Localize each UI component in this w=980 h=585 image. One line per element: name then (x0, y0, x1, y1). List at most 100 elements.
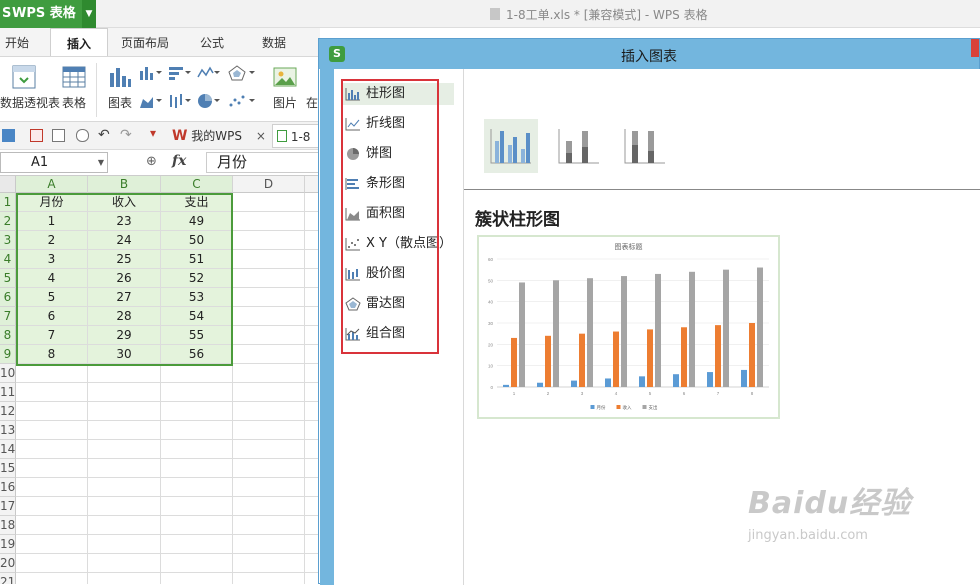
name-box[interactable]: A1 ▼ (0, 152, 108, 173)
chevron-down-icon[interactable]: ▼ (98, 153, 104, 172)
grid-cell[interactable] (233, 402, 305, 421)
row-header[interactable]: 7 (0, 307, 16, 326)
row-header[interactable]: 18 (0, 516, 16, 535)
grid-cell[interactable]: 6 (16, 307, 88, 326)
row-header[interactable]: 13 (0, 421, 16, 440)
chart-icon[interactable] (108, 65, 132, 92)
app-menu-button[interactable]: SWPS 表格 ▼ (0, 0, 96, 28)
row-header[interactable]: 15 (0, 459, 16, 478)
grid-cell[interactable] (88, 554, 161, 573)
clustered-column-option[interactable] (484, 119, 538, 173)
grid-cell[interactable]: 53 (161, 288, 233, 307)
grid-cell[interactable]: 51 (161, 250, 233, 269)
grid-cell[interactable] (233, 307, 305, 326)
grid-cell[interactable] (233, 193, 305, 212)
more-button[interactable]: 在 (306, 94, 318, 111)
chart-preview[interactable]: 图表标题 0 10 20 30 40 50 60 1 2 3 4 5 6 7 8 月份 收入 支出 (477, 235, 780, 419)
export-pdf-icon[interactable] (30, 129, 43, 142)
grid-cell[interactable] (88, 516, 161, 535)
save-icon[interactable] (2, 129, 15, 142)
bar-chart-small-icon[interactable] (168, 65, 192, 84)
stock-chart-small-icon[interactable] (168, 93, 192, 112)
chart-type-item[interactable]: 柱形图 (342, 83, 454, 105)
grid-cell[interactable] (16, 440, 88, 459)
grid-cell[interactable] (233, 364, 305, 383)
percent-stacked-column-option[interactable] (618, 119, 672, 173)
tab-start[interactable]: 开始 (0, 28, 34, 56)
grid-cell[interactable] (233, 516, 305, 535)
grid-cell[interactable]: 54 (161, 307, 233, 326)
row-header[interactable]: 17 (0, 497, 16, 516)
grid-cell[interactable] (161, 554, 233, 573)
zoom-icon[interactable]: ⊕ (146, 154, 157, 169)
row-header[interactable]: 1 (0, 193, 16, 212)
line-chart-small-icon[interactable] (197, 65, 221, 84)
grid-cell[interactable] (161, 573, 233, 584)
grid-cell[interactable] (233, 497, 305, 516)
grid-cell[interactable] (233, 554, 305, 573)
print-preview-icon[interactable] (76, 129, 89, 142)
column-header-a[interactable]: A (16, 176, 88, 193)
grid-cell[interactable] (16, 383, 88, 402)
select-all-corner[interactable] (0, 176, 16, 193)
row-header[interactable]: 8 (0, 326, 16, 345)
row-header[interactable]: 11 (0, 383, 16, 402)
table-icon[interactable] (62, 65, 86, 92)
grid-cell[interactable]: 29 (88, 326, 161, 345)
row-header[interactable]: 5 (0, 269, 16, 288)
row-header[interactable]: 14 (0, 440, 16, 459)
tab-formulas[interactable]: 公式 (192, 28, 232, 56)
radar-chart-small-icon[interactable] (228, 65, 256, 84)
redo-icon[interactable]: ↷ (120, 127, 132, 143)
chart-type-item[interactable]: 雷达图 (342, 293, 454, 315)
grid-cell[interactable] (88, 535, 161, 554)
row-header[interactable]: 20 (0, 554, 16, 573)
grid-cell[interactable] (16, 459, 88, 478)
grid-cell[interactable] (88, 573, 161, 584)
area-chart-small-icon[interactable] (139, 93, 163, 112)
pie-chart-small-icon[interactable] (197, 93, 221, 112)
row-header[interactable]: 2 (0, 212, 16, 231)
chart-type-item[interactable]: 面积图 (342, 203, 454, 225)
fx-icon[interactable]: fx (172, 153, 186, 169)
grid-cell[interactable]: 2 (16, 231, 88, 250)
grid-cell[interactable] (233, 345, 305, 364)
grid-cell[interactable]: 1 (16, 212, 88, 231)
grid-cell[interactable]: 5 (16, 288, 88, 307)
column-header-c[interactable]: C (161, 176, 233, 193)
chart-type-item[interactable]: 饼图 (342, 143, 454, 165)
tab-insert[interactable]: 插入 (50, 28, 108, 56)
grid-cell[interactable]: 4 (16, 269, 88, 288)
grid-cell[interactable] (233, 383, 305, 402)
grid-cell[interactable] (233, 478, 305, 497)
chart-type-item[interactable]: 股价图 (342, 263, 454, 285)
grid-cell[interactable] (161, 421, 233, 440)
dialog-title-bar[interactable]: S 插入图表 (319, 39, 979, 69)
grid-cell[interactable]: 7 (16, 326, 88, 345)
grid-cell[interactable]: 支出 (161, 193, 233, 212)
print-icon[interactable] (52, 129, 65, 142)
grid-cell[interactable] (233, 269, 305, 288)
grid-cell[interactable] (16, 573, 88, 584)
grid-cell[interactable] (161, 440, 233, 459)
row-header[interactable]: 4 (0, 250, 16, 269)
grid-cell[interactable] (161, 478, 233, 497)
pivot-table-button[interactable]: 数据透视表 (0, 94, 60, 111)
formula-input[interactable]: 月份 (206, 152, 320, 173)
row-header[interactable]: 9 (0, 345, 16, 364)
grid-cell[interactable] (233, 440, 305, 459)
grid-cell[interactable] (16, 535, 88, 554)
grid-cell[interactable] (161, 535, 233, 554)
column-chart-small-icon[interactable] (139, 65, 163, 84)
close-tab-icon[interactable]: × (256, 129, 266, 143)
row-header[interactable]: 21 (0, 573, 16, 584)
grid-cell[interactable] (233, 459, 305, 478)
grid-cell[interactable]: 24 (88, 231, 161, 250)
grid-cell[interactable] (233, 421, 305, 440)
grid-cell[interactable] (88, 383, 161, 402)
picture-button[interactable]: 图片 (273, 94, 297, 111)
grid-cell[interactable]: 27 (88, 288, 161, 307)
grid-cell[interactable] (161, 383, 233, 402)
tab-my-wps[interactable]: W 我的WPS × (172, 124, 270, 148)
stacked-column-option[interactable] (552, 119, 606, 173)
